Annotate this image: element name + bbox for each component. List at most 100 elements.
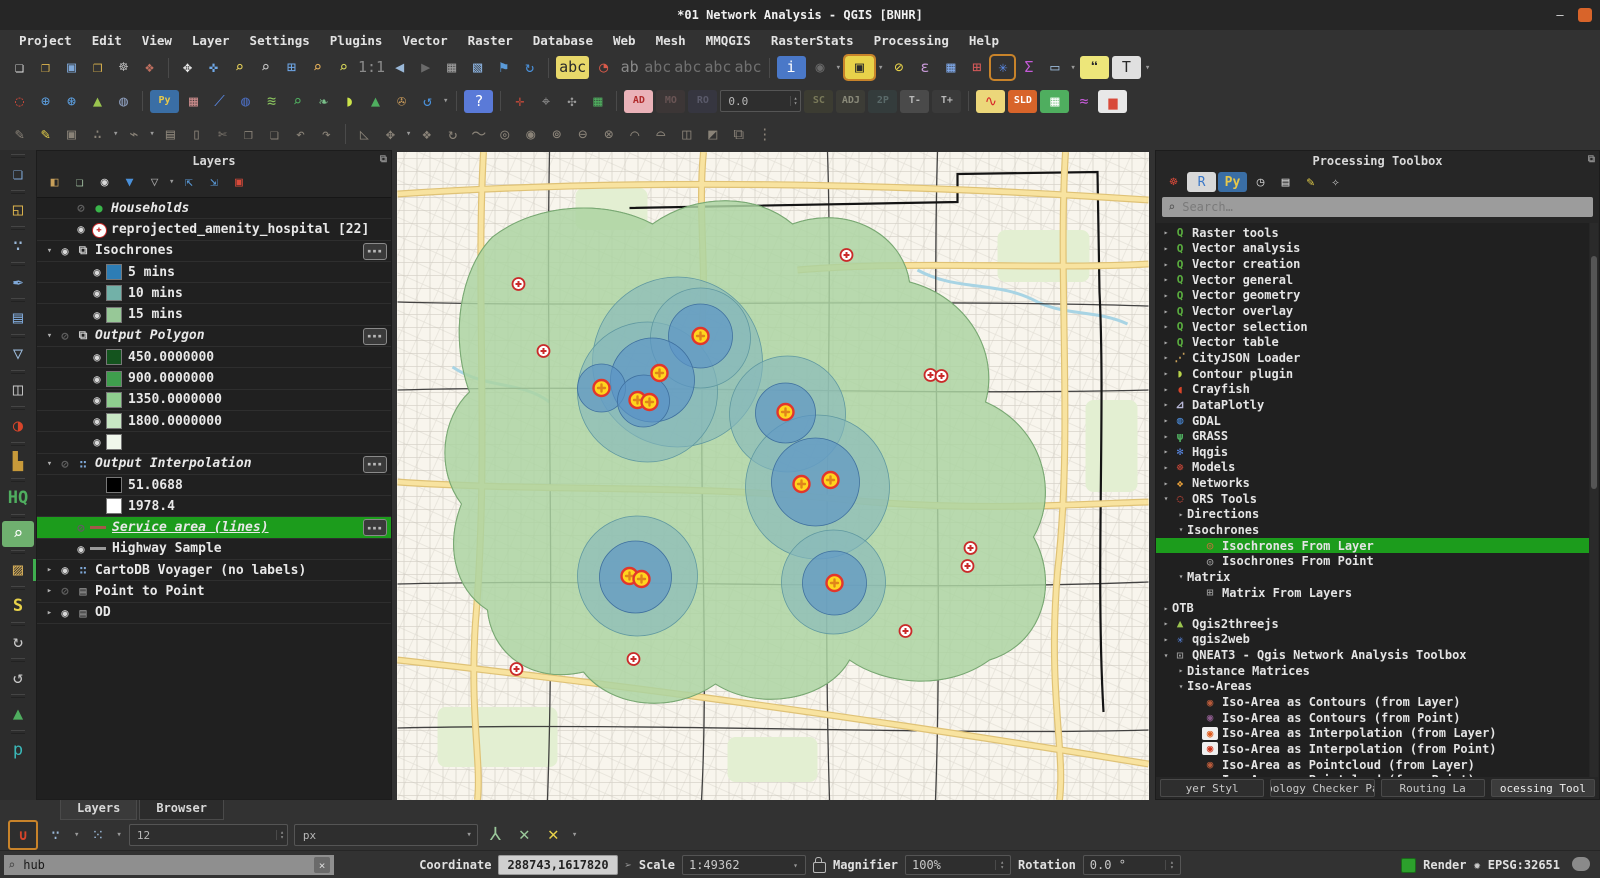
toolbox-scrollbar[interactable] xyxy=(1590,223,1598,777)
refresh-attribute-table[interactable]: ▦ xyxy=(586,90,609,113)
minimize-button[interactable]: – xyxy=(1552,7,1568,23)
dropdown-arrow[interactable]: ▾ xyxy=(1145,63,1150,73)
layer-row[interactable]: ◉Highway Sample xyxy=(37,539,391,560)
rotate-feature[interactable]: ↻ xyxy=(441,123,464,146)
zoom-out[interactable]: ⌕ xyxy=(254,56,277,79)
menu-rasterstats[interactable]: RasterStats xyxy=(762,31,863,50)
split-features[interactable]: ◩ xyxy=(701,123,724,146)
text-annotation[interactable]: T xyxy=(1112,56,1141,79)
expand-arrow[interactable]: ▾ xyxy=(43,246,56,256)
qgis2threejs[interactable]: ▲ xyxy=(86,90,109,113)
dropdown-arrow[interactable]: ▾ xyxy=(169,177,174,187)
identify-features[interactable]: i xyxy=(777,56,806,79)
menu-mmqgis[interactable]: MMQGIS xyxy=(697,31,760,50)
redo-edits[interactable]: ↷ xyxy=(315,123,338,146)
zoom-to-layer[interactable]: ⌕ xyxy=(306,56,329,79)
dock-handle[interactable] xyxy=(11,694,25,698)
toolbox-item[interactable]: ◎Isochrones From Point xyxy=(1156,553,1589,569)
expand-arrow[interactable]: ▸ xyxy=(1160,416,1172,425)
expand-arrow[interactable]: ▾ xyxy=(43,331,56,341)
dropdown-arrow[interactable]: ▾ xyxy=(572,830,577,840)
bucket-tool[interactable]: ◫ xyxy=(5,377,31,403)
dock-handle[interactable] xyxy=(11,154,25,158)
build-tool[interactable]: ✇ xyxy=(390,90,413,113)
camera-tilt[interactable]: ⌖ xyxy=(534,90,557,113)
dock-handle[interactable] xyxy=(11,226,25,230)
dock-tab[interactable]: yer Styl xyxy=(1160,779,1264,797)
layer-indicator-badge[interactable]: ▪▪▪ xyxy=(363,519,387,536)
save-layer-edits[interactable]: ▣ xyxy=(60,123,83,146)
coordinate-value[interactable]: 288743,1617820 xyxy=(498,855,617,875)
menu-processing[interactable]: Processing xyxy=(865,31,958,50)
plot-builder[interactable]: ⟋ xyxy=(208,90,231,113)
visibility-eye-icon[interactable]: ⊘ xyxy=(56,457,74,471)
toolbox-item[interactable]: ▸Distance Matrices xyxy=(1156,663,1589,679)
toolbox-item[interactable]: ▸✳qgis2web xyxy=(1156,632,1589,648)
visibility-eye-icon[interactable]: ◉ xyxy=(88,372,106,386)
label-change[interactable]: abc xyxy=(734,56,761,79)
history[interactable]: ◷ xyxy=(1249,172,1272,192)
toolbox-item[interactable]: ▸QVector analysis xyxy=(1156,241,1589,257)
osm-globe-search[interactable]: ◍ xyxy=(112,90,135,113)
undo-map[interactable]: ↺ xyxy=(416,90,439,113)
close-button[interactable] xyxy=(1578,8,1592,22)
visibility-eye-icon[interactable]: ⊘ xyxy=(72,201,90,215)
dropdown-arrow[interactable]: ▾ xyxy=(443,96,448,106)
panel-float-icon[interactable]: ⧉ xyxy=(1588,154,1595,165)
new-project[interactable]: ❏ xyxy=(8,56,31,79)
toolbox-item[interactable]: ◉Iso-Area as Pointcloud (from Layer) xyxy=(1156,757,1589,773)
expand-all[interactable]: ⇱ xyxy=(177,172,200,192)
advanced-digitizing[interactable]: ◺ xyxy=(353,123,376,146)
visibility-eye-icon[interactable]: ◉ xyxy=(88,393,106,407)
gdrive-layers[interactable]: ▲ xyxy=(5,701,31,727)
menu-project[interactable]: Project xyxy=(10,31,81,50)
mini-chart[interactable]: ▙ xyxy=(5,449,31,475)
layer-row[interactable]: ◉✚reprojected_amenity_hospital [22] xyxy=(37,219,391,240)
messages-icon[interactable] xyxy=(1572,857,1590,871)
dropdown-arrow[interactable]: ▾ xyxy=(878,63,883,73)
snapping-mode-vertex[interactable]: ∵ xyxy=(44,824,67,847)
toolbox-item[interactable]: ▾Isochrones xyxy=(1156,522,1589,538)
toolbox-search[interactable]: ⌕ xyxy=(1162,197,1593,217)
visibility-eye-icon[interactable]: ◉ xyxy=(72,222,90,236)
expand-arrow[interactable]: ▸ xyxy=(1160,228,1172,237)
menu-database[interactable]: Database xyxy=(524,31,602,50)
toolbox-item[interactable]: ▾Iso-Areas xyxy=(1156,679,1589,695)
toolbox-item[interactable]: ▸❖Networks xyxy=(1156,475,1589,491)
dock-handle[interactable] xyxy=(11,334,25,338)
toolbox-item[interactable]: ◉Iso-Area as Interpolation (from Point) xyxy=(1156,741,1589,757)
add-part[interactable]: ◉ xyxy=(519,123,542,146)
dock-tab[interactable]: ocessing Tool xyxy=(1491,779,1595,797)
visibility-eye-icon[interactable]: ⊘ xyxy=(56,584,74,598)
copy-move-features[interactable]: ❖ xyxy=(415,123,438,146)
locator-search[interactable]: ⌕ × xyxy=(4,855,334,875)
snapping-intersection-button[interactable]: ✕ xyxy=(513,824,536,847)
toolbox-item[interactable]: ▸✻Hqgis xyxy=(1156,444,1589,460)
toolbox-item[interactable]: ⊞Matrix From Layers xyxy=(1156,585,1589,601)
polygon-digitize[interactable]: ▽ xyxy=(5,341,31,367)
layer-indicator-badge[interactable]: ▪▪▪ xyxy=(363,243,387,260)
layer-row[interactable]: ▾⊘⧉Output Polygon▪▪▪ xyxy=(37,326,391,347)
merge-features[interactable]: ⧉ xyxy=(727,123,750,146)
layer-indicator-badge[interactable]: ▪▪▪ xyxy=(363,456,387,473)
ad-tool[interactable]: AD xyxy=(624,90,653,113)
hqgis[interactable]: HQ xyxy=(5,485,31,511)
profile-plot[interactable]: ≈ xyxy=(1072,90,1095,113)
dropdown-arrow[interactable]: ▾ xyxy=(113,129,118,139)
layer-row[interactable]: ◉15 mins xyxy=(37,304,391,325)
clear-search-icon[interactable]: × xyxy=(314,857,330,873)
toolbox-item[interactable]: ▸QRaster tools xyxy=(1156,225,1589,241)
toolbox-item[interactable]: ▸QVector geometry xyxy=(1156,288,1589,304)
add-vertex[interactable]: ∴ xyxy=(86,123,109,146)
toolbox-item[interactable]: ▸Directions xyxy=(1156,507,1589,523)
layer-row[interactable]: ⊘Service area (lines)▪▪▪ xyxy=(37,517,391,538)
toggle-editing[interactable]: ✎ xyxy=(34,123,57,146)
dock-handle[interactable] xyxy=(11,190,25,194)
menu-plugins[interactable]: Plugins xyxy=(321,31,392,50)
expand-arrow[interactable]: ▸ xyxy=(1160,400,1172,409)
layer-row[interactable]: 51.0688 xyxy=(37,475,391,496)
offset-curve[interactable]: ⌒ xyxy=(623,123,646,146)
locator-input[interactable] xyxy=(21,857,308,873)
dropdown-arrow[interactable]: ▾ xyxy=(406,129,411,139)
layer-row[interactable]: ▸◉▤OD xyxy=(37,603,391,624)
